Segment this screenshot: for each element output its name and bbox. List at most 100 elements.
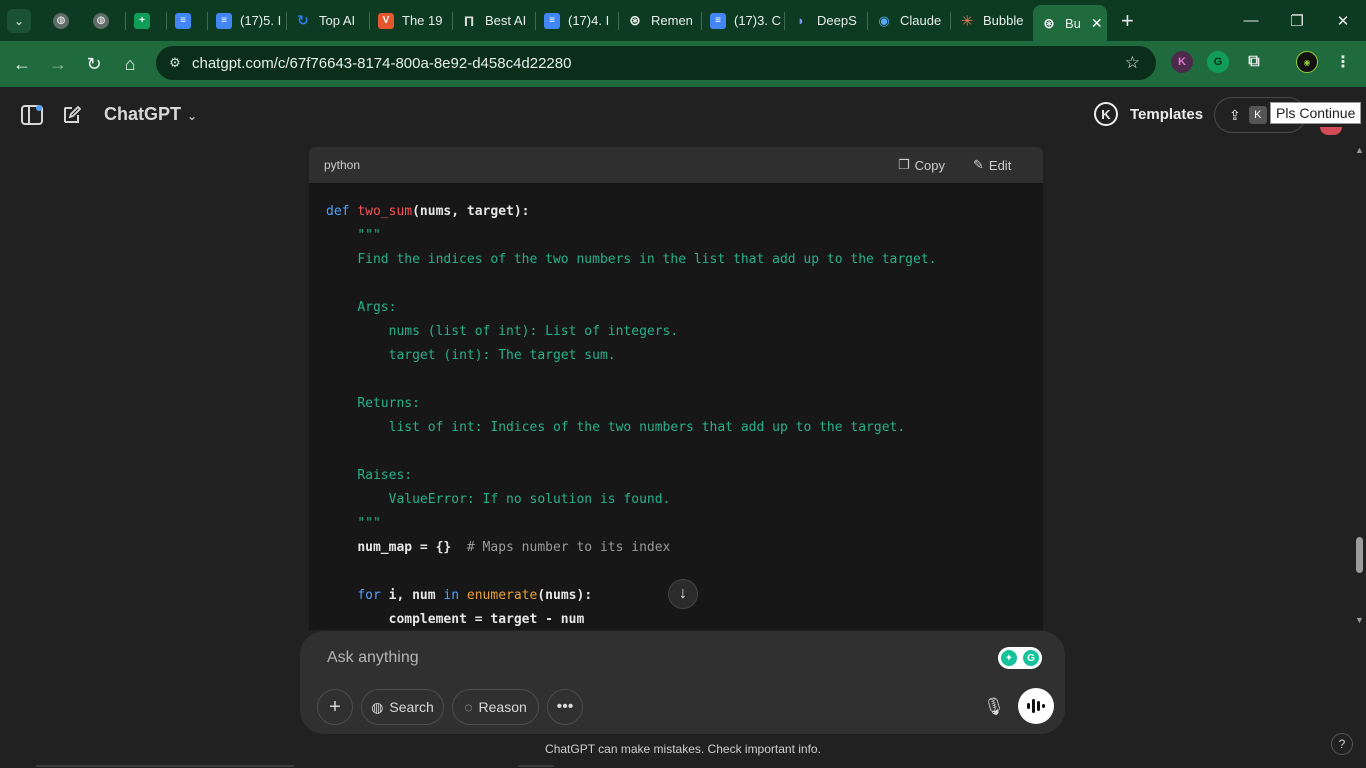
pillar-icon: Π: [463, 12, 475, 29]
grammarly-g-icon: G: [1023, 650, 1039, 666]
globe-icon: ◍: [93, 12, 109, 29]
url-text[interactable]: chatgpt.com/c/67f76643-8174-800a-8e92-d4…: [192, 55, 571, 72]
divider: [518, 765, 554, 767]
scrollbar-thumb[interactable]: [1356, 537, 1363, 573]
browser-menu-icon[interactable]: ⋮: [1332, 51, 1354, 73]
tab-label: Bubble: [983, 13, 1024, 28]
tab-13[interactable]: ✳ Bubble: [951, 5, 1033, 37]
copy-button[interactable]: ❐ Copy: [898, 157, 945, 173]
tab-5[interactable]: ↻ Top AI: [287, 5, 369, 37]
docs-icon: ≡: [544, 12, 560, 29]
tab-9[interactable]: ⊛ Remen: [619, 5, 701, 37]
voice-mode-button[interactable]: [1018, 688, 1054, 724]
code-block: python ❐ Copy ✎ Edit def two_sum(nums, tar…: [309, 147, 1043, 630]
disclaimer-text: ChatGPT can make mistakes. Check importa…: [545, 742, 821, 756]
prompt-input[interactable]: Ask anything: [327, 649, 419, 667]
scroll-down-arrow-icon[interactable]: ▼: [1355, 615, 1364, 625]
tab-label: The 19: [402, 13, 443, 28]
grammarly-bulb-icon: ✦: [1001, 650, 1017, 666]
app-title: ChatGPT: [104, 104, 182, 124]
edit-button[interactable]: ✎ Edit: [973, 157, 1011, 173]
close-window-icon[interactable]: ✕: [1320, 12, 1366, 30]
close-tab-icon[interactable]: ✕: [1091, 15, 1103, 32]
copy-label: Copy: [914, 157, 946, 173]
docs-icon: ≡: [175, 12, 191, 29]
tab-label: (17)4. I: [568, 13, 610, 28]
new-tab-button[interactable]: +: [1121, 8, 1134, 34]
code-content[interactable]: def two_sum(nums, target): """ Find the …: [309, 183, 1043, 630]
tab-10[interactable]: ≡ (17)3. C: [702, 5, 784, 37]
ellipsis-icon: •••: [556, 698, 574, 715]
tab-12[interactable]: ◉ Claude: [868, 5, 950, 37]
back-icon[interactable]: ←: [4, 54, 40, 75]
forward-icon[interactable]: →: [40, 54, 76, 75]
more-tools-button[interactable]: •••: [547, 689, 583, 725]
sidebar-toggle-icon[interactable]: [20, 103, 44, 127]
tab-8[interactable]: ≡ (17)4. I: [536, 5, 618, 37]
tab-label: Top AI: [319, 13, 356, 28]
tab-4[interactable]: ≡ (17)5. I: [208, 5, 286, 37]
extension-grammarly-icon[interactable]: G: [1207, 51, 1229, 73]
home-icon[interactable]: ⌂: [112, 54, 148, 75]
reason-label: Reason: [478, 699, 527, 715]
window-controls: — ❐ ✕: [1228, 0, 1366, 41]
model-selector[interactable]: ChatGPT ⌄: [104, 104, 197, 125]
tab-list: ◍ ◍ + ≡ ≡ (17)5. I ↻ Top AI V The 19 Π Best …: [45, 0, 1107, 41]
lightbulb-icon: ◌: [464, 699, 473, 715]
minimize-icon[interactable]: —: [1228, 12, 1274, 29]
share-icon: ⇪: [1229, 106, 1241, 123]
tab-search-button[interactable]: ⌄: [7, 8, 31, 33]
site-info-icon[interactable]: ⚙: [166, 54, 184, 72]
reason-button[interactable]: ◌ Reason: [452, 689, 539, 725]
dictate-button[interactable]: 🎙: [976, 689, 1012, 725]
grammarly-widget[interactable]: ✦ G: [998, 647, 1042, 669]
tab-3[interactable]: ≡: [167, 5, 207, 37]
search-label: Search: [389, 699, 434, 715]
docs-icon: ≡: [216, 12, 232, 29]
extensions-puzzle-icon[interactable]: ⧉: [1243, 51, 1265, 73]
waveform-icon: [1027, 699, 1045, 713]
copy-icon: ❐: [898, 157, 910, 172]
profile-avatar[interactable]: ◉: [1296, 51, 1318, 73]
new-chat-icon[interactable]: [60, 103, 84, 127]
tab-2[interactable]: +: [126, 5, 166, 37]
deepseek-icon: ◗: [797, 13, 805, 28]
scroll-up-arrow-icon[interactable]: ▲: [1355, 145, 1364, 155]
tab-6[interactable]: V The 19: [370, 5, 452, 37]
help-button[interactable]: ?: [1331, 733, 1353, 755]
globe-icon: ◍: [371, 698, 384, 715]
tab-active[interactable]: ⊛ Bu ✕: [1033, 5, 1107, 41]
plus-icon: +: [329, 695, 341, 718]
tab-label: Bu: [1065, 15, 1081, 31]
browser-tab-strip: ⌄ ◍ ◍ + ≡ ≡ (17)5. I ↻ Top AI V The 19 Π Bes…: [0, 0, 1366, 41]
templates-k-icon: K: [1094, 102, 1118, 126]
docs-icon: ≡: [710, 12, 726, 29]
search-button[interactable]: ◍ Search: [361, 689, 444, 725]
scroll-to-bottom-button[interactable]: ↓: [668, 579, 698, 609]
openai-icon: ⊛: [1043, 14, 1055, 31]
share-k-icon: K: [1248, 106, 1267, 124]
tab-1[interactable]: ◍: [85, 5, 125, 37]
code-language-label: python: [324, 158, 361, 172]
claude-icon: ◉: [878, 12, 890, 28]
browser-toolbar: ← → ↻ ⌂ ⚙ chatgpt.com/c/67f76643-8174-80…: [0, 41, 1366, 87]
templates-button[interactable]: K Templates: [1094, 102, 1203, 126]
bookmark-star-icon[interactable]: ☆: [1125, 53, 1140, 73]
tab-label: Claude: [900, 13, 942, 28]
reload-icon[interactable]: ↻: [76, 54, 112, 75]
tab-label: (17)5. I: [240, 13, 282, 28]
tab-0[interactable]: ◍: [45, 5, 85, 37]
tooltip: Pls Continue: [1270, 102, 1362, 124]
extension-k-icon[interactable]: K: [1171, 51, 1193, 73]
restore-icon[interactable]: ❐: [1274, 12, 1320, 30]
attach-button[interactable]: +: [317, 689, 353, 725]
page-scrollbar[interactable]: ▲ ▼: [1352, 145, 1366, 630]
user-avatar[interactable]: [1320, 127, 1342, 135]
tab-7[interactable]: Π Best AI: [453, 5, 535, 37]
address-bar[interactable]: ⚙ chatgpt.com/c/67f76643-8174-800a-8e92-…: [156, 46, 1156, 80]
sheets-icon: +: [134, 12, 150, 29]
app-header: ChatGPT ⌄ K Templates ⇪ K Pls Continue: [0, 87, 1366, 145]
templates-label: Templates: [1130, 105, 1204, 123]
code-block-header: python ❐ Copy ✎ Edit: [309, 147, 1043, 183]
tab-11[interactable]: ◗ DeepS: [785, 5, 867, 37]
